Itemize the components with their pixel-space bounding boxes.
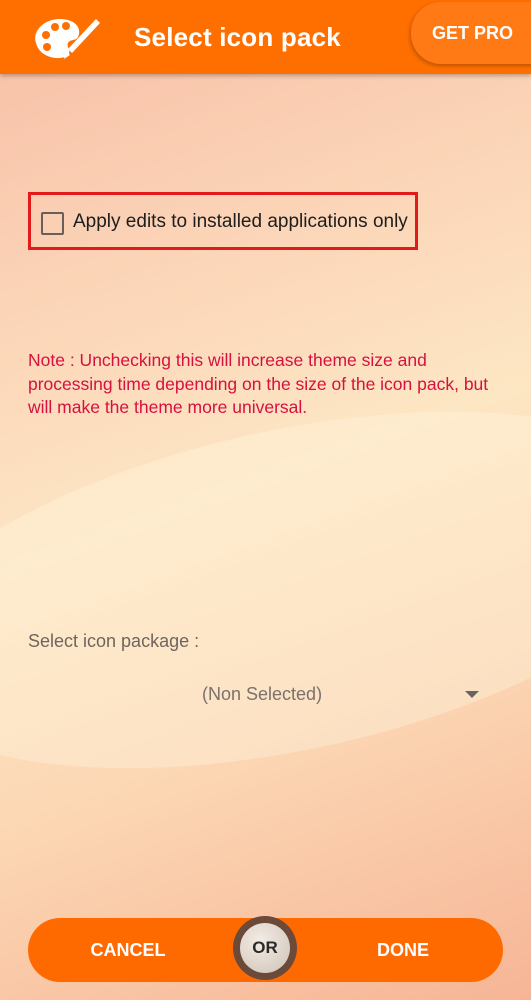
note-text: Note : Unchecking this will increase the…	[28, 350, 489, 417]
dropdown-selected-value: (Non Selected)	[202, 684, 323, 704]
select-icon-package-label: Select icon package :	[28, 631, 200, 651]
or-divider: OR	[233, 916, 297, 980]
get-pro-button[interactable]: GET PRO	[411, 2, 531, 64]
dropdown-arrow-icon	[465, 691, 479, 698]
done-button[interactable]: DONE	[303, 918, 503, 982]
apply-edits-label[interactable]: Apply edits to installed applications on…	[73, 211, 408, 233]
apply-edits-option[interactable]: Apply edits to installed applications on…	[28, 192, 418, 250]
palette-icon	[35, 19, 100, 59]
page-title: Select icon pack	[134, 22, 341, 52]
icon-package-dropdown[interactable]: (Non Selected)	[28, 670, 503, 718]
cancel-button[interactable]: CANCEL	[28, 918, 228, 982]
or-label: OR	[240, 923, 290, 973]
apply-edits-checkbox[interactable]	[41, 212, 64, 235]
background-decoration	[0, 348, 531, 832]
